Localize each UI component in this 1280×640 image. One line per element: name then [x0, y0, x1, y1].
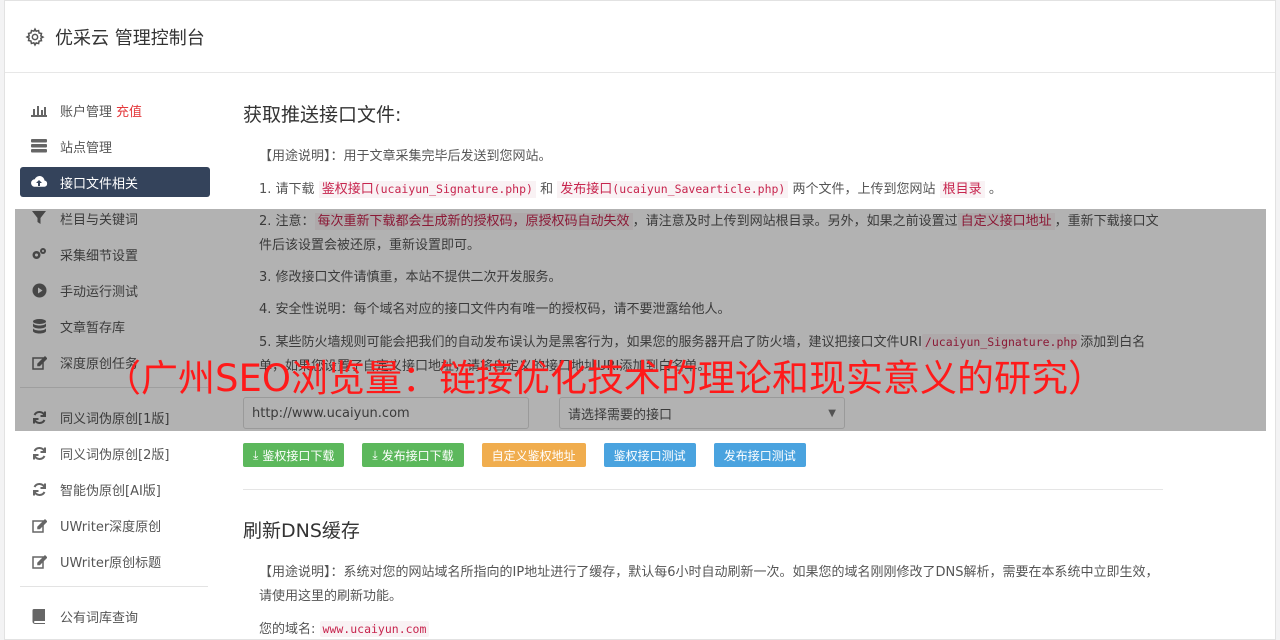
- button-label: 鉴权接口下载: [262, 448, 335, 463]
- sidebar-item-uwriter-title[interactable]: UWriter原创标题: [20, 546, 210, 576]
- pub-file-name: (ucaiyun_Savearticle.php): [612, 182, 786, 196]
- root-dir-label: 根目录: [939, 181, 985, 198]
- section-divider: [243, 489, 1163, 490]
- overlay-banner-text: （广州SEO浏览量：链接优化技术的理论和现实意义的研究）: [104, 357, 1105, 400]
- usage-label: 【用途说明】: [259, 565, 331, 580]
- refresh-icon: [30, 444, 48, 462]
- gear-icon: [25, 26, 45, 46]
- usage-text: ：用于文章采集完毕后发送到您网站。: [330, 149, 552, 164]
- text: 两个文件，上传到您网站: [792, 182, 936, 197]
- edit-icon: [30, 552, 48, 570]
- section-title-dns: 刷新DNS缓存: [243, 520, 360, 542]
- sig-file-name: (ucaiyun_Signature.php): [373, 182, 533, 196]
- usage-label: 【用途说明】: [259, 149, 331, 164]
- text: 。: [988, 182, 1002, 197]
- sidebar-item-interface-files[interactable]: 接口文件相关: [20, 167, 210, 197]
- text: 和: [540, 182, 554, 197]
- sidebar-item-label: 站点管理: [60, 140, 113, 156]
- button-label: 自定义鉴权地址: [491, 448, 576, 463]
- usage-note: 【用途说明】：用于文章采集完毕后发送到您网站。: [243, 145, 1168, 169]
- download-icon: ⤓: [372, 447, 378, 462]
- server-icon: [30, 137, 48, 155]
- sidebar-item-smart-ai[interactable]: 智能伪原创[AI版]: [20, 474, 210, 504]
- text: 1. 请下载: [259, 182, 315, 197]
- domain-label: 您的域名:: [259, 622, 316, 637]
- sidebar-item-label: 接口文件相关: [60, 176, 139, 192]
- bar-chart-icon: [30, 101, 48, 119]
- pub-download-button[interactable]: ⤓ 发布接口下载: [362, 443, 464, 467]
- text: 发布接口: [560, 182, 613, 197]
- pub-test-button[interactable]: 发布接口测试: [713, 443, 806, 467]
- button-label: 发布接口测试: [723, 448, 796, 463]
- book-icon: [30, 607, 48, 625]
- usage-text: ：系统对您的网站域名所指向的IP地址进行了缓存，默认每6小时自动刷新一次。如果您…: [259, 565, 1159, 604]
- refresh-icon: [30, 480, 48, 498]
- dns-domain-row: 您的域名: www.ucaiyun.com: [243, 617, 1168, 640]
- sidebar-item-synonym-v2[interactable]: 同义词伪原创[2版]: [20, 438, 210, 468]
- sidebar-item-label: 账户管理: [60, 104, 113, 120]
- sig-test-button[interactable]: 鉴权接口测试: [603, 443, 696, 467]
- interface-buttons: ⤓ 鉴权接口下载 ⤓ 发布接口下载 自定义鉴权地址 鉴权接口测试 发布接口测试: [243, 443, 1168, 467]
- sidebar-divider: [20, 586, 208, 587]
- domain-value: www.ucaiyun.com: [319, 621, 430, 637]
- dns-usage-note: 【用途说明】：系统对您的网站域名所指向的IP地址进行了缓存，默认每6小时自动刷新…: [243, 561, 1168, 609]
- sig-interface-label: 鉴权接口(ucaiyun_Signature.php): [318, 181, 536, 198]
- download-icon: ⤓: [253, 447, 259, 462]
- top-bar: 优采云 管理控制台: [5, 1, 1275, 73]
- sidebar-item-uwriter-deep[interactable]: UWriter深度原创: [20, 510, 210, 540]
- app-title: 优采云 管理控制台: [55, 27, 205, 49]
- edit-icon: [30, 516, 48, 534]
- sidebar-item-public-dict[interactable]: 公有词库查询: [20, 601, 210, 631]
- custom-sig-button[interactable]: 自定义鉴权地址: [481, 443, 586, 467]
- section-title-interface-files: 获取推送接口文件:: [243, 104, 402, 126]
- sidebar-item-account[interactable]: 账户管理 充值: [20, 95, 210, 125]
- sidebar-item-label: 智能伪原创[AI版]: [60, 483, 161, 499]
- sidebar-item-label: 公有词库查询: [60, 610, 139, 626]
- recharge-link[interactable]: 充值: [116, 101, 142, 120]
- cloud-upload-icon: [30, 173, 48, 191]
- button-label: 发布接口下载: [381, 448, 454, 463]
- sidebar-item-label: 同义词伪原创[2版]: [60, 447, 170, 463]
- sidebar-item-label: UWriter原创标题: [60, 555, 162, 571]
- text: 鉴权接口: [321, 182, 374, 197]
- instruction-1: 1. 请下载 鉴权接口(ucaiyun_Signature.php) 和 发布接…: [243, 177, 1168, 202]
- sidebar-item-sites[interactable]: 站点管理: [20, 131, 210, 161]
- sig-download-button[interactable]: ⤓ 鉴权接口下载: [243, 443, 345, 467]
- sidebar-item-label: UWriter深度原创: [60, 519, 162, 535]
- pub-interface-label: 发布接口(ucaiyun_Savearticle.php): [557, 181, 789, 198]
- button-label: 鉴权接口测试: [613, 448, 686, 463]
